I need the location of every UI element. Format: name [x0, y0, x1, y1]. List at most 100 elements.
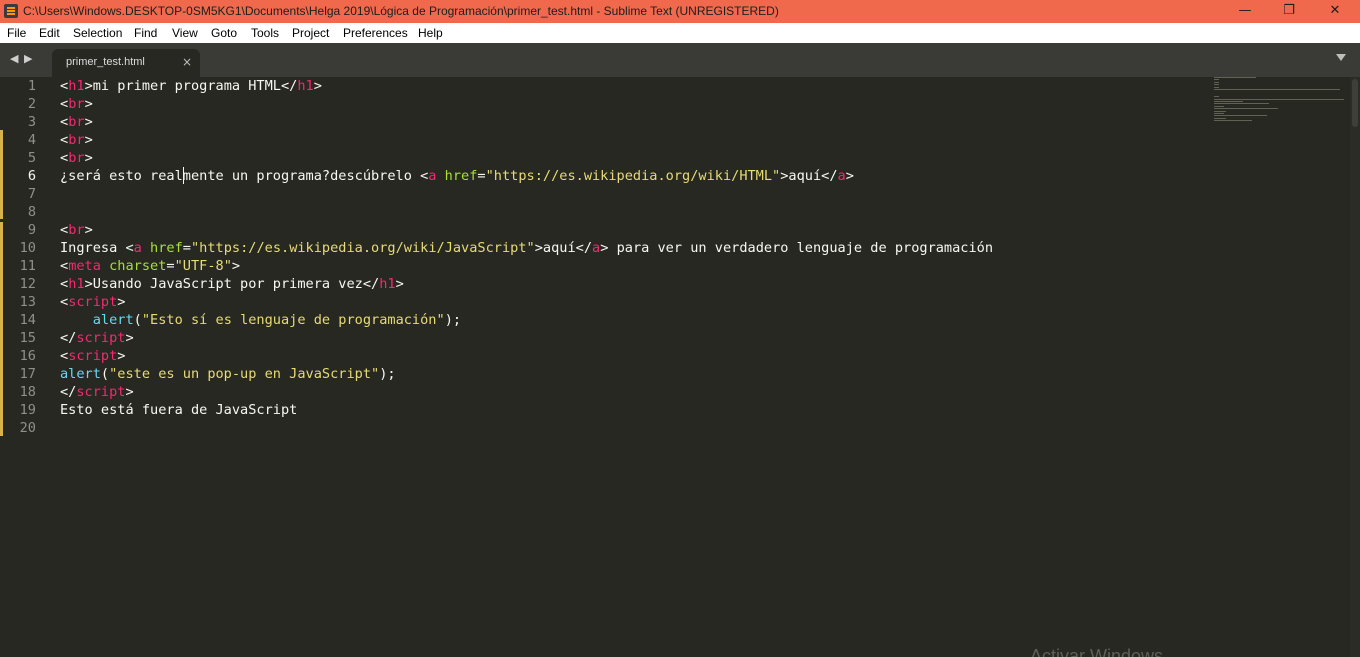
code-token: "Esto sí es lenguaje de programación": [141, 312, 445, 328]
line-number: 3: [27, 114, 36, 130]
line-number: 13: [19, 294, 36, 310]
chevron-down-icon[interactable]: [1336, 54, 1346, 61]
line-number: 17: [19, 366, 36, 382]
code-token: <: [60, 348, 69, 364]
code-token: <: [60, 258, 69, 274]
line-number: 7: [27, 186, 36, 202]
tab-primer-test[interactable]: primer_test.html ×: [52, 49, 200, 77]
maximize-button[interactable]: ❐: [1266, 0, 1312, 23]
code-token: >aquí</: [534, 240, 593, 256]
code-line[interactable]: 17 alert("este es un pop-up en JavaScript…: [0, 365, 1200, 383]
minimap-line: [1214, 113, 1225, 114]
code-token: =: [477, 168, 486, 184]
code-text: <br>: [60, 131, 93, 149]
code-token: =: [166, 258, 175, 274]
code-token: >: [84, 114, 93, 130]
scrollbar-thumb[interactable]: [1352, 79, 1358, 127]
code-token: <: [60, 276, 69, 292]
code-line[interactable]: 4 <br>: [0, 131, 1200, 149]
minimize-button[interactable]: —: [1222, 0, 1268, 23]
code-line[interactable]: 20: [0, 419, 1200, 437]
tab-back-icon[interactable]: ◀: [10, 52, 18, 65]
code-token: Esto está fuera de JavaScript: [60, 402, 298, 418]
code-text: </script>: [60, 329, 134, 347]
code-token: >: [84, 96, 93, 112]
code-token: <: [60, 132, 69, 148]
code-token: >: [231, 258, 241, 274]
menu-file[interactable]: File: [7, 26, 26, 40]
menu-tools[interactable]: Tools: [251, 26, 279, 40]
minimap-line: [1214, 103, 1269, 105]
menu-find[interactable]: Find: [134, 26, 157, 40]
code-token: href: [150, 240, 183, 256]
minimap-line: [1214, 84, 1220, 86]
code-line[interactable]: 14 alert("Esto sí es lenguaje de program…: [0, 311, 1200, 329]
tab-close-icon[interactable]: ×: [182, 55, 192, 69]
menu-view[interactable]: View: [172, 26, 198, 40]
code-token: >: [395, 276, 404, 292]
minimap-line: [1214, 108, 1278, 110]
code-text: Esto está fuera de JavaScript: [60, 401, 297, 419]
code-token: >: [125, 384, 134, 400]
code-token: >Usando JavaScript por primera vez</: [84, 276, 380, 292]
code-line[interactable]: 11 <meta charset="UTF-8">: [0, 257, 1200, 275]
code-token: br: [68, 96, 85, 112]
code-line[interactable]: 16 <script>: [0, 347, 1200, 365]
code-line[interactable]: 12 <h1>Usando JavaScript por primera vez<…: [0, 275, 1200, 293]
tab-bar: ◀ ▶ primer_test.html ×: [0, 43, 1360, 77]
menu-project[interactable]: Project: [292, 26, 329, 40]
code-token: >aquí</: [780, 168, 838, 184]
close-window-button[interactable]: ✕: [1312, 0, 1358, 23]
code-line[interactable]: 18 </script>: [0, 383, 1200, 401]
code-text: ¿será esto realmente un programa?descúbr…: [60, 167, 854, 185]
code-token: Ingresa <: [60, 240, 134, 256]
windows-activation-watermark: Activar Windows: [1030, 646, 1164, 657]
window-title: C:\Users\Windows.DESKTOP-0SM5KG1\Documen…: [23, 4, 779, 18]
line-number: 19: [19, 402, 36, 418]
code-token: >: [125, 330, 134, 346]
code-line[interactable]: 7: [0, 185, 1200, 203]
minimap-line: [1214, 77, 1256, 78]
code-token: alert: [92, 312, 134, 328]
menu-edit[interactable]: Edit: [39, 26, 60, 40]
tab-forward-icon[interactable]: ▶: [24, 52, 32, 65]
code-token: h1: [68, 78, 85, 94]
code-line[interactable]: 19 Esto está fuera de JavaScript: [0, 401, 1200, 419]
code-token: a: [837, 168, 846, 184]
code-token: br: [68, 114, 85, 130]
menu-help[interactable]: Help: [418, 26, 443, 40]
code-text: alert("Esto sí es lenguaje de programaci…: [60, 311, 461, 329]
code-token: (: [100, 366, 110, 382]
minimap[interactable]: [1214, 77, 1350, 127]
code-token: >: [84, 222, 93, 238]
code-line[interactable]: 9 <br>: [0, 221, 1200, 239]
code-token: >: [845, 168, 854, 184]
code-line[interactable]: 6 ¿será esto realmente un programa?descúb…: [0, 167, 1200, 185]
menu-preferences[interactable]: Preferences: [343, 26, 408, 40]
code-token: h1: [297, 78, 314, 94]
code-token: href: [444, 168, 478, 184]
code-line[interactable]: 15 </script>: [0, 329, 1200, 347]
code-text: <script>: [60, 347, 125, 365]
code-text: Ingresa <a href="https://es.wikipedia.or…: [60, 239, 993, 257]
minimap-line: [1214, 115, 1268, 117]
code-token: "https://es.wikipedia.org/wiki/JavaScrip…: [190, 240, 535, 256]
code-token: a: [133, 240, 142, 256]
code-line[interactable]: 3 <br>: [0, 113, 1200, 131]
code-token: "este es un pop-up en JavaScript": [109, 366, 380, 382]
code-line[interactable]: 2 <br>: [0, 95, 1200, 113]
line-number: 15: [19, 330, 36, 346]
code-token: >: [117, 348, 126, 364]
code-line[interactable]: 10 Ingresa <a href="https://es.wikipedia.…: [0, 239, 1200, 257]
menu-selection[interactable]: Selection: [73, 26, 122, 40]
code-line[interactable]: 5 <br>: [0, 149, 1200, 167]
code-line[interactable]: 1 <h1>mi primer programa HTML</h1>: [0, 77, 1200, 95]
line-number: 9: [27, 222, 36, 238]
code-line[interactable]: 8: [0, 203, 1200, 221]
menu-goto[interactable]: Goto: [211, 26, 237, 40]
code-token: script: [76, 384, 126, 400]
code-editor[interactable]: 1 <h1>mi primer programa HTML</h1> 2 <br> 3 <…: [0, 77, 1360, 657]
vertical-scrollbar[interactable]: [1350, 77, 1360, 657]
code-line[interactable]: 13 <script>: [0, 293, 1200, 311]
